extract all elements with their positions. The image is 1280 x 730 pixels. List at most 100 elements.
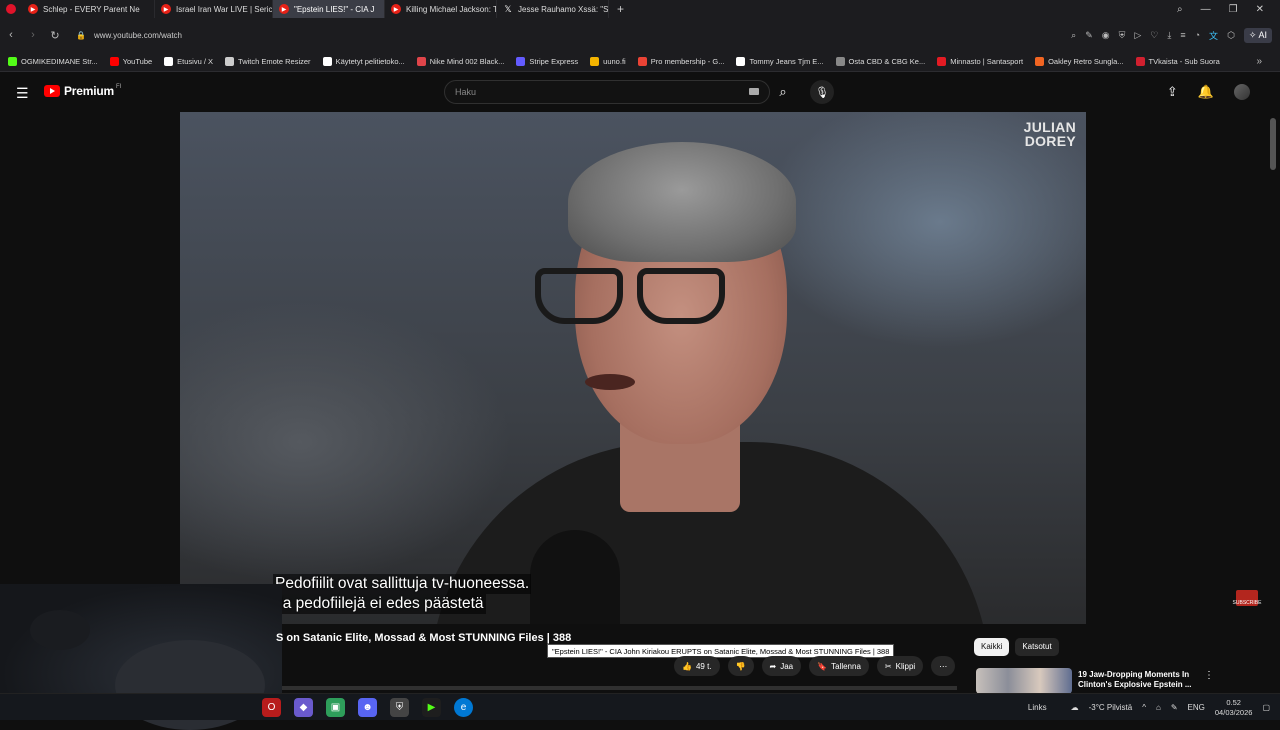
keyboard-icon[interactable] bbox=[749, 88, 759, 95]
map-pin-icon bbox=[637, 57, 647, 66]
camera-icon[interactable]: ◉ bbox=[1102, 30, 1110, 41]
video-frame-hair bbox=[568, 142, 796, 262]
bookmark[interactable]: Nike Mind 002 Black... bbox=[416, 57, 504, 66]
language-indicator[interactable]: ENG bbox=[1188, 703, 1205, 712]
heart-icon[interactable]: ♡ bbox=[1150, 30, 1158, 41]
tab-3-active[interactable]: ▶ "Epstein LIES!" - CIA J bbox=[273, 0, 385, 18]
bell-icon[interactable]: 🔔 bbox=[1198, 84, 1214, 100]
bookmarks-bar: OGMIKEDIMANE Str... YouTube Etusivu / X … bbox=[0, 52, 1280, 72]
x-icon: 𝕏 bbox=[504, 3, 512, 14]
bookmark[interactable]: Etusivu / X bbox=[164, 57, 213, 66]
url-field[interactable]: 🔒 www.youtube.com/watch bbox=[76, 31, 182, 40]
search-icon[interactable]: ⌕ bbox=[1071, 30, 1076, 41]
extensions-icon[interactable]: ⬡ bbox=[1227, 30, 1235, 41]
minimize-icon[interactable]: — bbox=[1201, 4, 1211, 15]
bookmark[interactable]: Oakley Retro Sungla... bbox=[1035, 57, 1124, 66]
edge-icon[interactable]: e bbox=[454, 698, 473, 717]
tab-5[interactable]: 𝕏 Jesse Rauhamo Xssä: "Suo bbox=[497, 0, 609, 18]
mic-icon: 🎙 bbox=[815, 86, 829, 99]
like-button[interactable]: 👍 49 t. bbox=[674, 656, 720, 676]
progress-track[interactable] bbox=[282, 686, 957, 690]
save-button[interactable]: 🔖 Tallenna bbox=[809, 656, 869, 676]
play-icon[interactable]: ▷ bbox=[1134, 30, 1141, 41]
recommended-video[interactable]: 19 Jaw-Dropping Moments In Clinton's Exp… bbox=[976, 668, 1276, 694]
bookmark[interactable]: Stripe Express bbox=[516, 57, 578, 66]
ai-button[interactable]: ✧ AI bbox=[1243, 27, 1272, 43]
bookmark[interactable]: OGMIKEDIMANE Str... bbox=[8, 57, 98, 66]
back-icon[interactable]: ‹ bbox=[0, 29, 22, 41]
youtube-logo-icon bbox=[44, 85, 60, 97]
search-tabs-icon[interactable]: ⌕ bbox=[1177, 4, 1183, 15]
network-icon[interactable]: ⌂ bbox=[1156, 703, 1161, 712]
reload-icon[interactable]: ↻ bbox=[44, 29, 66, 42]
bookmark[interactable]: Tommy Jeans Tjm E... bbox=[736, 57, 824, 66]
bookmark[interactable]: Pro membership - G... bbox=[637, 57, 724, 66]
grid-icon bbox=[590, 57, 600, 66]
bookmark[interactable]: Käytetyt pelitietoko... bbox=[322, 57, 405, 66]
discord-icon[interactable]: ☻ bbox=[358, 698, 377, 717]
kick-icon[interactable]: ▶ bbox=[422, 698, 441, 717]
shield-icon[interactable]: ⛨ bbox=[390, 698, 409, 717]
weather-icon[interactable]: ☁ bbox=[1071, 703, 1079, 712]
more-icon: ⋯ bbox=[939, 661, 948, 671]
bookmark[interactable]: uuno.fi bbox=[590, 57, 626, 66]
page-scrollbar[interactable] bbox=[1270, 118, 1276, 170]
new-tab-button[interactable]: + bbox=[609, 2, 632, 16]
chevron-up-icon[interactable]: ^ bbox=[1142, 703, 1146, 712]
dislike-button[interactable]: 👎 bbox=[727, 656, 754, 676]
clip-button[interactable]: ✂ Klippi bbox=[876, 656, 924, 676]
share-icon: ➦ bbox=[769, 661, 777, 671]
pen-icon[interactable]: ✎ bbox=[1171, 703, 1178, 712]
more-bookmarks-icon[interactable]: » bbox=[1256, 56, 1262, 67]
youtube-header: ☰ Premium FI Haku ⌕ 🎙 ⇪ 🔔 bbox=[0, 72, 1280, 112]
tab-4[interactable]: ▶ Killing Michael Jackson: Th bbox=[385, 0, 497, 18]
kebab-menu-icon[interactable]: ⋮ bbox=[1204, 670, 1214, 681]
avatar[interactable] bbox=[1234, 84, 1250, 100]
share-button[interactable]: ➦ Jaa bbox=[761, 656, 802, 676]
thumbs-up-icon: 👍 bbox=[682, 661, 692, 671]
opera-icon[interactable]: O bbox=[262, 698, 281, 717]
forward-icon[interactable]: › bbox=[22, 29, 44, 41]
chip-all[interactable]: Kaikki bbox=[974, 638, 1010, 656]
upload-icon[interactable]: ⇪ bbox=[1167, 84, 1178, 100]
weather-text[interactable]: -3°C Pilvistä bbox=[1089, 703, 1133, 712]
clock[interactable]: 0.52 04/03/2026 bbox=[1215, 698, 1253, 718]
search-input[interactable]: Haku bbox=[444, 80, 770, 104]
download-icon[interactable]: ⤓ bbox=[1167, 30, 1171, 41]
search-button[interactable]: ⌕ bbox=[770, 80, 796, 104]
tab-1[interactable]: ▶ Schlep - EVERY Parent Ne bbox=[22, 0, 155, 18]
notion-icon bbox=[322, 57, 332, 66]
more-actions-button[interactable]: ⋯ bbox=[931, 656, 956, 676]
chat-icon[interactable]: ▣ bbox=[326, 698, 345, 717]
profile-icon[interactable]: ◔ bbox=[1195, 30, 1200, 40]
video-player[interactable]: JULIAN DOREY bbox=[180, 112, 1086, 624]
recommended-thumbnail[interactable] bbox=[976, 668, 1072, 694]
links-toolbar[interactable]: Links bbox=[1028, 703, 1047, 712]
tab-2[interactable]: ▶ Israel Iran War LIVE | Seric bbox=[155, 0, 273, 18]
menu-icon[interactable]: ☰ bbox=[16, 85, 29, 102]
glasses-lens-left bbox=[535, 268, 623, 324]
copilot-icon[interactable]: ◆ bbox=[294, 698, 313, 717]
bookmark[interactable]: Minnasto | Santasport bbox=[937, 57, 1023, 66]
youtube-logo[interactable]: Premium FI bbox=[44, 84, 121, 98]
edit-icon[interactable]: ✎ bbox=[1085, 30, 1093, 41]
opera-menu-icon[interactable] bbox=[0, 4, 22, 14]
shield-icon[interactable]: ⛨ bbox=[1119, 30, 1126, 41]
translate-icon[interactable]: 文 bbox=[1209, 29, 1218, 42]
bookmark[interactable]: Twitch Emote Resizer bbox=[225, 57, 311, 66]
recommended-title[interactable]: 19 Jaw-Dropping Moments In Clinton's Exp… bbox=[1078, 670, 1191, 690]
close-icon[interactable]: ✕ bbox=[1256, 4, 1264, 15]
bookmark[interactable]: Osta CBD & CBG Ke... bbox=[835, 57, 925, 66]
bookmark[interactable]: TVkaista - Sub Suora bbox=[1135, 57, 1220, 66]
menu-icon[interactable]: ≡ bbox=[1180, 30, 1185, 40]
video-frame-mouth bbox=[585, 374, 635, 390]
youtube-icon: ▶ bbox=[28, 4, 38, 14]
maximize-icon[interactable]: ❐ bbox=[1229, 4, 1238, 15]
voice-search-button[interactable]: 🎙 bbox=[810, 80, 834, 104]
subscribe-badge[interactable]: SUBSCRIBE bbox=[1233, 590, 1261, 606]
chip-watched[interactable]: Katsotut bbox=[1015, 638, 1059, 656]
bookmark[interactable]: YouTube bbox=[109, 57, 152, 66]
video-frame-microphone bbox=[530, 530, 620, 624]
notification-icon[interactable]: ▢ bbox=[1262, 703, 1270, 712]
search-icon: ⌕ bbox=[779, 84, 787, 99]
